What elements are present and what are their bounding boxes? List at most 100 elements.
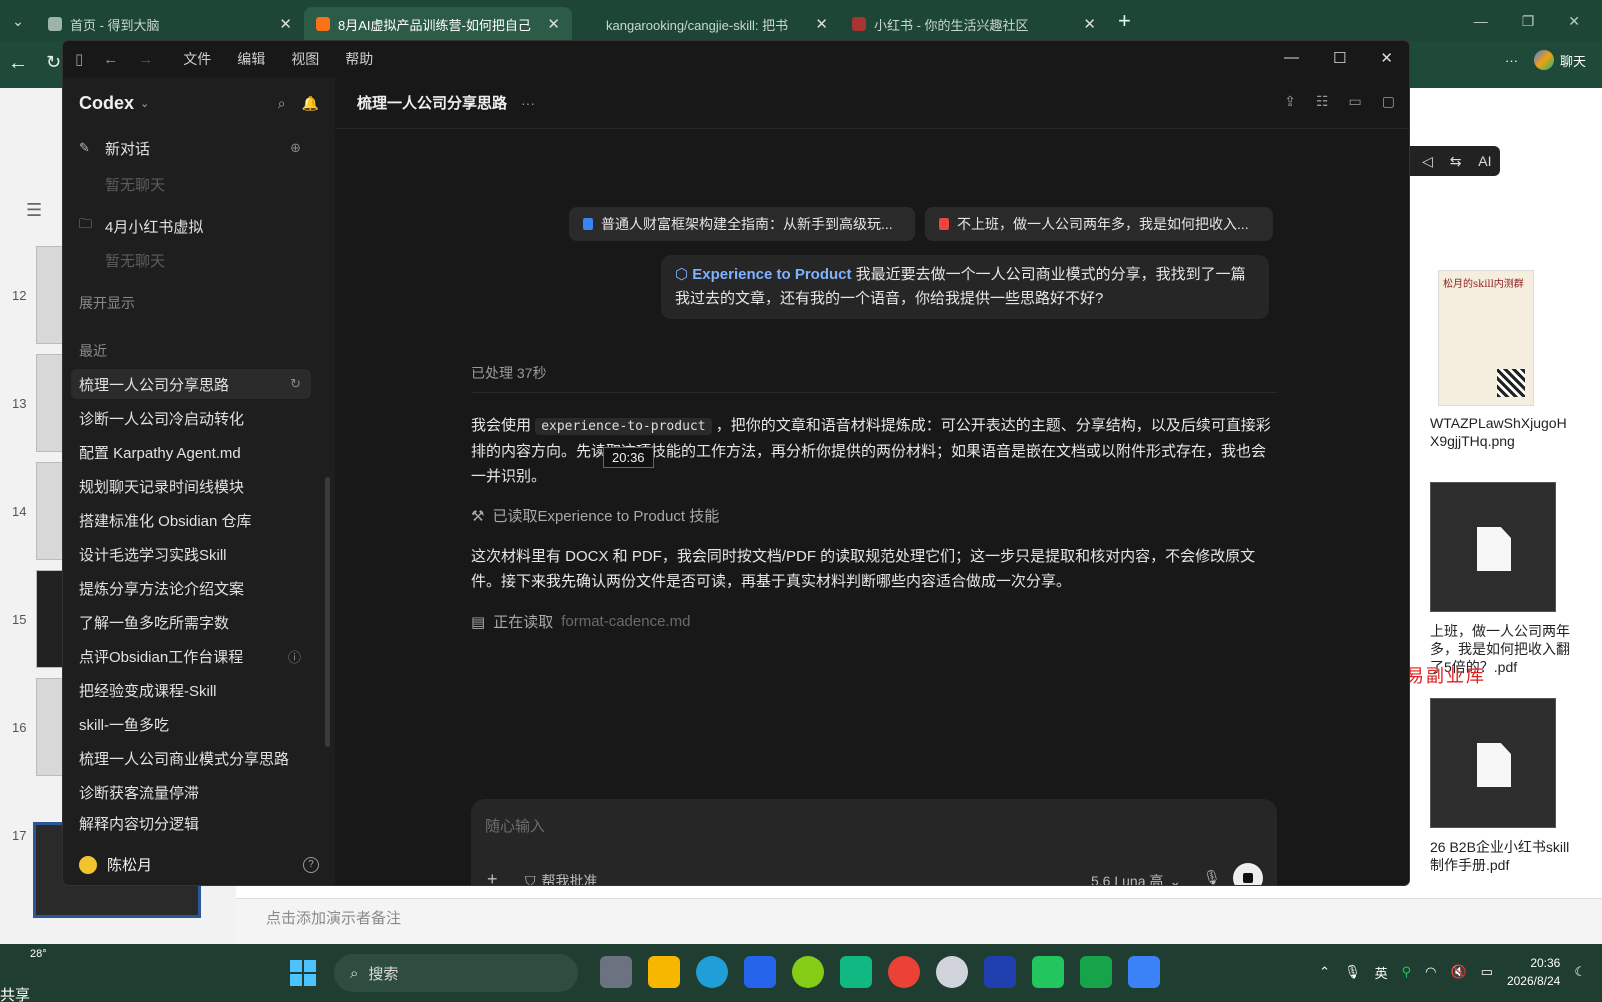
- recent-chat-item[interactable]: 梳理一人公司商业模式分享思路: [71, 743, 311, 773]
- edge-icon[interactable]: [696, 956, 728, 988]
- diff-icon[interactable]: ☷: [1316, 93, 1329, 110]
- browser-tab[interactable]: kangarooking/cangjie-skill: 把书 ✕: [572, 7, 840, 41]
- openai-icon[interactable]: [936, 956, 968, 988]
- file-explorer-icon[interactable]: [648, 956, 680, 988]
- model-selector[interactable]: 5.6 Luna 高 ⌄: [1091, 871, 1181, 886]
- workspace-switcher[interactable]: Codex: [79, 93, 134, 114]
- battery-icon[interactable]: ▭: [1481, 964, 1493, 980]
- recent-chat-item[interactable]: 梳理一人公司分享思路 ↻: [71, 369, 311, 399]
- add-attachment-icon[interactable]: +: [487, 869, 498, 885]
- more-options-icon[interactable]: ···: [521, 95, 535, 111]
- app-icon[interactable]: [1128, 956, 1160, 988]
- recent-chat-item[interactable]: 搭建标准化 Obsidian 仓库: [71, 505, 311, 535]
- menu-help[interactable]: 帮助: [345, 49, 373, 69]
- ime-indicator[interactable]: 英: [1375, 963, 1388, 982]
- browser-tab[interactable]: 小红书 - 你的生活兴趣社区 ✕: [840, 7, 1108, 41]
- browser-tab[interactable]: 首页 - 得到大脑 ✕: [36, 7, 304, 41]
- recent-chat-item[interactable]: skill-一鱼多吃: [71, 709, 311, 739]
- menu-file[interactable]: 文件: [183, 49, 211, 69]
- chrome-icon[interactable]: [888, 956, 920, 988]
- recent-chat-item[interactable]: 诊断获客流量停滞: [71, 777, 311, 807]
- reload-icon[interactable]: ↻: [46, 52, 61, 73]
- search-icon[interactable]: ⌕: [278, 95, 286, 112]
- recent-chat-item[interactable]: 把经验变成课程-Skill: [71, 675, 311, 705]
- message-icon[interactable]: [1080, 956, 1112, 988]
- close-tab-icon[interactable]: ✕: [547, 15, 560, 33]
- file-thumbnail-pdf[interactable]: [1430, 482, 1556, 612]
- app-icon[interactable]: [840, 956, 872, 988]
- panel-toggle-icon[interactable]: ▢: [1382, 93, 1395, 110]
- store-icon[interactable]: [744, 956, 776, 988]
- clock[interactable]: 20:36 2026/8/24: [1507, 954, 1560, 990]
- message-input[interactable]: [485, 813, 1245, 839]
- expand-toggle[interactable]: 展开显示: [79, 293, 135, 313]
- file-name[interactable]: WTAZPLawShXjugoHX9gjjTHq.png: [1430, 414, 1570, 450]
- close-tab-icon[interactable]: ✕: [815, 15, 828, 33]
- recent-chat-item[interactable]: 设计毛选学习实践Skill: [71, 539, 311, 569]
- minimize-icon[interactable]: —: [1474, 13, 1488, 29]
- new-tab-icon[interactable]: +: [1118, 8, 1131, 34]
- recent-chat-item[interactable]: 提炼分享方法论介绍文案: [71, 573, 311, 603]
- skill-tag[interactable]: Experience to Product: [692, 266, 851, 283]
- recent-chat-item[interactable]: 规划聊天记录时间线模块: [71, 471, 311, 501]
- recent-chat-item[interactable]: 配置 Karpathy Agent.md: [71, 437, 311, 467]
- new-chat-button[interactable]: ✎ 新对话 ⊕: [71, 133, 311, 163]
- task-view-icon[interactable]: [600, 956, 632, 988]
- microphone-icon[interactable]: 🎙: [1344, 964, 1361, 980]
- bell-icon[interactable]: 🔔: [302, 95, 319, 112]
- tab-list-chevron-icon[interactable]: ⌄: [0, 13, 36, 30]
- attachment-chip[interactable]: 普通人财富框架构建全指南：从新手到高级玩...: [569, 207, 915, 241]
- menu-view[interactable]: 视图: [291, 49, 319, 69]
- close-tab-icon[interactable]: ✕: [1083, 15, 1096, 33]
- recent-chat-item[interactable]: 点评Obsidian工作台课程 ⓘ: [71, 641, 311, 671]
- chevron-up-icon[interactable]: ⌃: [1319, 964, 1330, 980]
- close-icon[interactable]: ✕: [1380, 49, 1393, 67]
- notification-icon[interactable]: ☾: [1574, 964, 1586, 980]
- app-icon[interactable]: [984, 956, 1016, 988]
- forward-icon[interactable]: →: [138, 51, 153, 68]
- speaker-notes[interactable]: 点击添加演示者备注: [236, 898, 1602, 944]
- microphone-icon[interactable]: 🎙: [1203, 869, 1221, 885]
- restore-icon[interactable]: ❐: [1522, 13, 1535, 30]
- pin-icon[interactable]: ⚲: [1402, 964, 1412, 980]
- wifi-icon[interactable]: ◠: [1425, 964, 1436, 980]
- ai-icon[interactable]: AI: [1478, 153, 1491, 169]
- taskbar-search[interactable]: ⌕ 搜索: [334, 954, 578, 992]
- file-thumbnail-image[interactable]: 松月的skill内测群: [1438, 270, 1534, 406]
- translate-icon[interactable]: ⇆: [1450, 153, 1462, 170]
- approval-mode-button[interactable]: ⛉ 帮我批准: [525, 871, 598, 886]
- wechat-icon[interactable]: [1032, 956, 1064, 988]
- back-icon[interactable]: ←: [103, 51, 118, 68]
- sidebar-item-project[interactable]: 🗀 4月小红书虚拟: [71, 211, 311, 241]
- chat-button[interactable]: 聊天: [1533, 50, 1586, 70]
- close-icon[interactable]: ✕: [1568, 13, 1580, 30]
- recent-chat-item[interactable]: 解释内容切分逻辑: [71, 811, 311, 835]
- chevron-down-icon[interactable]: ⌄: [140, 97, 149, 110]
- back-arrow-icon[interactable]: ←: [8, 52, 28, 75]
- processed-time[interactable]: 已处理 37秒: [471, 363, 546, 383]
- sidebar-toggle-icon[interactable]: ▯: [75, 50, 83, 68]
- file-name[interactable]: 26 B2B企业小红书skill制作手册.pdf: [1430, 838, 1570, 874]
- start-menu-icon[interactable]: [290, 960, 316, 986]
- recent-chat-item[interactable]: 诊断一人公司冷启动转化: [71, 403, 311, 433]
- volume-muted-icon[interactable]: 🔇: [1450, 964, 1466, 980]
- menu-edit[interactable]: 编辑: [237, 49, 265, 69]
- share-icon[interactable]: ⇪: [1284, 93, 1296, 110]
- recent-chat-item[interactable]: 了解一鱼多吃所需字数: [71, 607, 311, 637]
- terminal-icon[interactable]: ▭: [1349, 93, 1362, 110]
- app-icon[interactable]: [792, 956, 824, 988]
- attachment-chip[interactable]: 不上班，做一人公司两年多，我是如何把收入...: [925, 207, 1273, 241]
- tool-status[interactable]: ⚒ 已读取Experience to Product 技能: [471, 505, 719, 526]
- outline-toggle-icon[interactable]: ☰: [26, 200, 42, 221]
- file-thumbnail-pdf[interactable]: [1430, 698, 1556, 828]
- stop-button[interactable]: [1233, 863, 1263, 885]
- minimize-icon[interactable]: —: [1284, 49, 1299, 67]
- maximize-icon[interactable]: ☐: [1333, 49, 1346, 67]
- close-tab-icon[interactable]: ✕: [279, 15, 292, 33]
- add-circle-icon[interactable]: ⊕: [290, 140, 301, 156]
- send-icon[interactable]: ◁: [1422, 153, 1433, 170]
- help-icon[interactable]: ?: [303, 856, 319, 873]
- more-options-icon[interactable]: ···: [1505, 53, 1518, 68]
- browser-tab-active[interactable]: 8月AI虚拟产品训练营-如何把自己 ✕: [304, 7, 572, 41]
- user-profile[interactable]: 陈松月 ?: [79, 854, 319, 875]
